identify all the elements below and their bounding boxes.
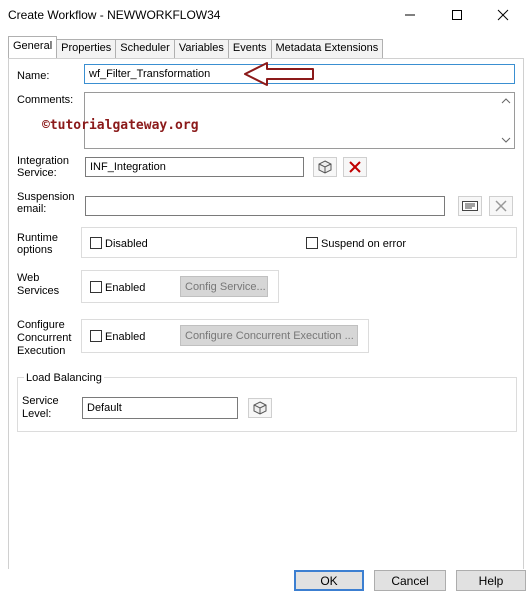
tab-events[interactable]: Events: [227, 39, 272, 58]
integration-label-1: Integration: [17, 155, 69, 167]
concurrent-label-2: Concurrent: [17, 332, 72, 344]
disabled-label: Disabled: [105, 238, 148, 250]
integration-service-field[interactable]: INF_Integration: [85, 157, 304, 177]
minimize-icon[interactable]: [387, 0, 433, 30]
window-title: Create Workflow - NEWWORKFLOW34: [8, 8, 221, 22]
tab-metadata-extensions[interactable]: Metadata Extensions: [270, 39, 384, 58]
integration-label-2: Service:: [17, 167, 57, 179]
tab-general[interactable]: General: [8, 36, 58, 59]
watermark-text: ©tutorialgateway.org: [42, 118, 199, 133]
suspension-email-field[interactable]: [85, 196, 445, 216]
comments-scrollbar[interactable]: [498, 93, 514, 148]
tab-scheduler[interactable]: Scheduler: [115, 39, 175, 58]
cancel-button[interactable]: Cancel: [374, 570, 446, 591]
comments-label: Comments:: [17, 94, 74, 106]
web-enabled-checkbox[interactable]: [90, 281, 102, 293]
arrow-annotation: [244, 62, 314, 86]
name-label: Name:: [17, 70, 50, 82]
service-level-label-2: Level:: [22, 408, 52, 420]
web-enabled-label: Enabled: [105, 282, 146, 294]
web-label-1: Web: [17, 272, 40, 284]
concurrent-label-1: Configure: [17, 319, 65, 331]
email-icon[interactable]: [458, 196, 482, 216]
concurrent-enabled-label: Enabled: [105, 331, 146, 343]
create-workflow-dialog: Create Workflow - NEWWORKFLOW34 General …: [0, 0, 526, 591]
browse-service-level-icon[interactable]: [248, 398, 272, 418]
runtime-label-1: Runtime: [17, 232, 58, 244]
help-button[interactable]: Help: [456, 570, 526, 591]
web-label-2: Services: [17, 285, 60, 297]
ok-button[interactable]: OK: [294, 570, 364, 591]
tab-variables[interactable]: Variables: [173, 39, 229, 58]
tab-properties[interactable]: Properties: [56, 39, 117, 58]
tab-strip: General Properties Scheduler Variables E…: [8, 36, 384, 59]
load-balancing-label: Load Balancing: [24, 372, 104, 384]
name-value: wf_Filter_Transformation: [89, 68, 211, 80]
service-level-value: Default: [87, 402, 122, 414]
runtime-label-2: options: [17, 244, 53, 256]
suspend-on-error-checkbox[interactable]: [306, 237, 318, 249]
concurrent-label-3: Execution: [17, 345, 66, 357]
config-service-button[interactable]: Config Service...: [180, 276, 268, 297]
close-icon[interactable]: [480, 0, 526, 30]
concurrent-enabled-checkbox[interactable]: [90, 330, 102, 342]
suspension-label-2: email:: [17, 203, 47, 215]
clear-icon[interactable]: [343, 157, 367, 177]
browse-integration-icon[interactable]: [313, 157, 337, 177]
clear-email-icon[interactable]: [489, 196, 513, 216]
service-level-label-1: Service: [22, 395, 59, 407]
suspend-label: Suspend on error: [321, 238, 406, 250]
maximize-icon[interactable]: [434, 0, 480, 30]
title-bar: Create Workflow - NEWWORKFLOW34: [0, 0, 526, 30]
integration-value: INF_Integration: [90, 161, 166, 173]
service-level-field[interactable]: Default: [82, 397, 238, 419]
suspension-label-1: Suspension: [17, 191, 75, 203]
disabled-checkbox[interactable]: [90, 237, 102, 249]
configure-concurrent-button[interactable]: Configure Concurrent Execution ...: [180, 325, 358, 346]
